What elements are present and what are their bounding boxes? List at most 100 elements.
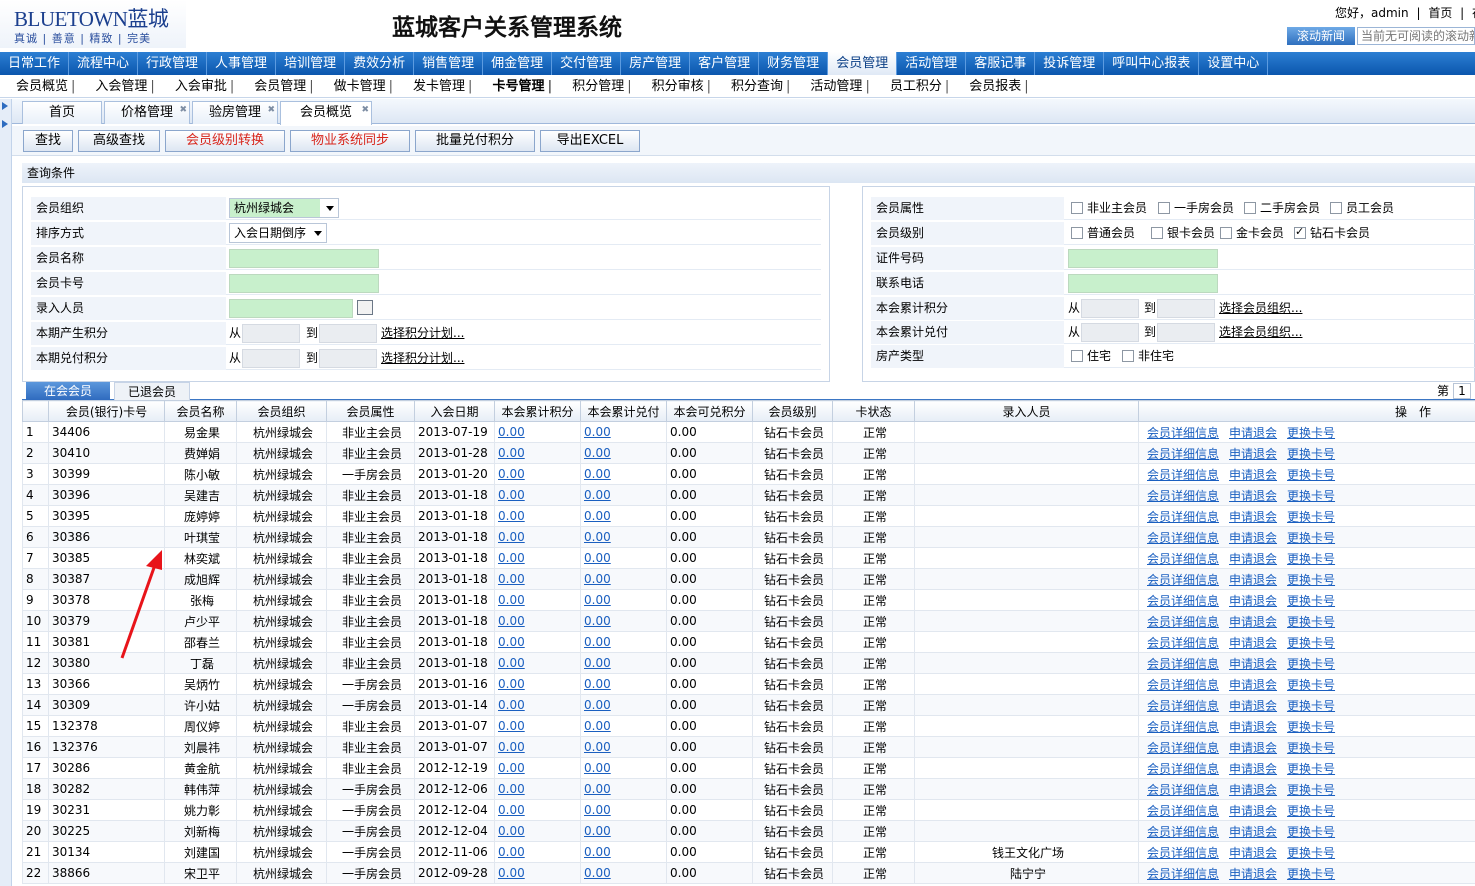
points-link[interactable]: 0.00 [584, 698, 611, 712]
member-detail-link[interactable]: 会员详细信息 [1147, 510, 1219, 524]
points-link[interactable]: 0.00 [584, 803, 611, 817]
main-nav-item[interactable]: 人事管理 [207, 52, 277, 75]
apply-withdraw-link[interactable]: 申请退会 [1229, 762, 1277, 776]
level-checkbox[interactable] [1220, 227, 1232, 239]
change-card-link[interactable]: 更换卡号 [1287, 552, 1335, 566]
main-nav-item[interactable]: 客服记事 [966, 52, 1036, 75]
sub-nav-item[interactable]: 会员概览 | [0, 76, 79, 97]
change-card-link[interactable]: 更换卡号 [1287, 510, 1335, 524]
property-checkbox[interactable] [1071, 350, 1083, 362]
tab-inspection[interactable]: 验房管理 ✖ [192, 101, 278, 124]
column-header[interactable]: 本会可兑积分 [666, 400, 753, 422]
level-checkbox-checked[interactable] [1294, 225, 1306, 239]
column-header[interactable]: 会员名称 [164, 400, 237, 422]
apply-withdraw-link[interactable]: 申请退会 [1229, 447, 1277, 461]
page-number-input[interactable]: 1 [1453, 383, 1471, 399]
apply-withdraw-link[interactable]: 申请退会 [1229, 678, 1277, 692]
member-detail-link[interactable]: 会员详细信息 [1147, 468, 1219, 482]
points-link[interactable]: 0.00 [498, 782, 525, 796]
points-link[interactable]: 0.00 [498, 509, 525, 523]
points-link[interactable]: 0.00 [584, 446, 611, 460]
period-points-to[interactable] [319, 324, 377, 343]
points-link[interactable]: 0.00 [584, 719, 611, 733]
column-header[interactable]: 会员(银行)卡号 [48, 400, 165, 422]
sub-nav-item[interactable]: 入会审批 | [159, 76, 238, 97]
table-row[interactable]: 10 30379 卢少平 杭州绿城会 非业主会员 2013-01-18 0.00 0.00 0.… [22, 610, 1475, 632]
member-detail-link[interactable]: 会员详细信息 [1147, 594, 1219, 608]
points-link[interactable]: 0.00 [584, 782, 611, 796]
table-row[interactable]: 19 30231 姚力彰 杭州绿城会 一手房会员 2012-12-04 0.00 0.00 0.… [22, 799, 1475, 821]
change-card-link[interactable]: 更换卡号 [1287, 426, 1335, 440]
change-card-link[interactable]: 更换卡号 [1287, 447, 1335, 461]
points-link[interactable]: 0.00 [498, 677, 525, 691]
points-link[interactable]: 0.00 [498, 614, 525, 628]
table-row[interactable]: 3 30399 陈小敏 杭州绿城会 一手房会员 2013-01-20 0.00 0.00 0.0… [22, 463, 1475, 485]
apply-withdraw-link[interactable]: 申请退会 [1229, 531, 1277, 545]
member-detail-link[interactable]: 会员详细信息 [1147, 615, 1219, 629]
apply-withdraw-link[interactable]: 申请退会 [1229, 825, 1277, 839]
points-link[interactable]: 0.00 [498, 530, 525, 544]
table-row[interactable]: 20 30225 刘新梅 杭州绿城会 一手房会员 2012-12-04 0.00 0.00 0.… [22, 820, 1475, 842]
apply-withdraw-link[interactable]: 申请退会 [1229, 783, 1277, 797]
select-plan-link[interactable]: 选择积分计划... [381, 347, 464, 370]
points-link[interactable]: 0.00 [584, 530, 611, 544]
points-link[interactable]: 0.00 [498, 803, 525, 817]
points-link[interactable]: 0.00 [584, 866, 611, 880]
apply-withdraw-link[interactable]: 申请退会 [1229, 510, 1277, 524]
change-card-link[interactable]: 更换卡号 [1287, 741, 1335, 755]
advanced-search-button[interactable]: 高级查找 [78, 130, 160, 152]
property-sync-button[interactable]: 物业系统同步 [290, 130, 410, 152]
level-checkbox[interactable] [1151, 227, 1163, 239]
main-nav-item[interactable]: 投诉管理 [1035, 52, 1105, 75]
level-checkbox[interactable] [1071, 227, 1083, 239]
points-link[interactable]: 0.00 [584, 593, 611, 607]
table-row[interactable]: 9 30378 张梅 杭州绿城会 非业主会员 2013-01-18 0.00 0.00 0.00… [22, 589, 1475, 611]
points-link[interactable]: 0.00 [498, 635, 525, 649]
tab-withdrawn-members[interactable]: 已退会员 [114, 382, 190, 400]
points-link[interactable]: 0.00 [498, 551, 525, 565]
table-row[interactable]: 14 30309 许小姑 杭州绿城会 一手房会员 2013-01-14 0.00 0.00 0.… [22, 694, 1475, 716]
sub-nav-item[interactable]: 做卡管理 | [318, 76, 397, 97]
points-link[interactable]: 0.00 [584, 509, 611, 523]
points-link[interactable]: 0.00 [498, 845, 525, 859]
change-card-link[interactable]: 更换卡号 [1287, 783, 1335, 797]
sub-nav-item[interactable]: 员工积分 | [874, 76, 953, 97]
main-nav-item[interactable]: 交付管理 [552, 52, 622, 75]
column-header[interactable]: 会员级别 [752, 400, 833, 422]
main-nav-item[interactable]: 流程中心 [69, 52, 139, 75]
left-collapse-strip[interactable] [0, 99, 12, 886]
main-nav-item[interactable]: 销售管理 [414, 52, 484, 75]
points-link[interactable]: 0.00 [584, 488, 611, 502]
select-plan-link[interactable]: 选择积分计划... [381, 322, 464, 345]
change-card-link[interactable]: 更换卡号 [1287, 636, 1335, 650]
apply-withdraw-link[interactable]: 申请退会 [1229, 468, 1277, 482]
points-link[interactable]: 0.00 [498, 698, 525, 712]
change-card-link[interactable]: 更换卡号 [1287, 468, 1335, 482]
member-detail-link[interactable]: 会员详细信息 [1147, 489, 1219, 503]
points-link[interactable]: 0.00 [498, 656, 525, 670]
apply-withdraw-link[interactable]: 申请退会 [1229, 426, 1277, 440]
change-card-link[interactable]: 更换卡号 [1287, 699, 1335, 713]
main-nav-item[interactable]: 客户管理 [690, 52, 760, 75]
tab-home[interactable]: 首页 [22, 101, 102, 124]
change-card-link[interactable]: 更换卡号 [1287, 867, 1335, 881]
member-detail-link[interactable]: 会员详细信息 [1147, 741, 1219, 755]
points-link[interactable]: 0.00 [584, 467, 611, 481]
column-header[interactable]: 会员组织 [236, 400, 327, 422]
points-link[interactable]: 0.00 [584, 551, 611, 565]
member-detail-link[interactable]: 会员详细信息 [1147, 447, 1219, 461]
table-row[interactable]: 22 38866 宋卫平 杭州绿城会 一手房会员 2012-09-28 0.00 0.00 0.… [22, 862, 1475, 884]
table-row[interactable]: 8 30387 成旭辉 杭州绿城会 非业主会员 2013-01-18 0.00 0.00 0.0… [22, 568, 1475, 590]
table-row[interactable]: 11 30381 邵春兰 杭州绿城会 非业主会员 2013-01-18 0.00 0.00 0.… [22, 631, 1475, 653]
scroll-news-button[interactable]: 滚动新闻 [1287, 27, 1355, 45]
export-excel-button[interactable]: 导出EXCEL [540, 130, 640, 152]
change-card-link[interactable]: 更换卡号 [1287, 720, 1335, 734]
close-icon[interactable]: ✖ [179, 99, 187, 121]
change-card-link[interactable]: 更换卡号 [1287, 825, 1335, 839]
sub-nav-item[interactable]: 积分查询 | [715, 76, 794, 97]
change-card-link[interactable]: 更换卡号 [1287, 657, 1335, 671]
property-checkbox[interactable] [1122, 350, 1134, 362]
main-nav-item[interactable]: 行政管理 [138, 52, 208, 75]
member-detail-link[interactable]: 会员详细信息 [1147, 657, 1219, 671]
points-link[interactable]: 0.00 [584, 845, 611, 859]
